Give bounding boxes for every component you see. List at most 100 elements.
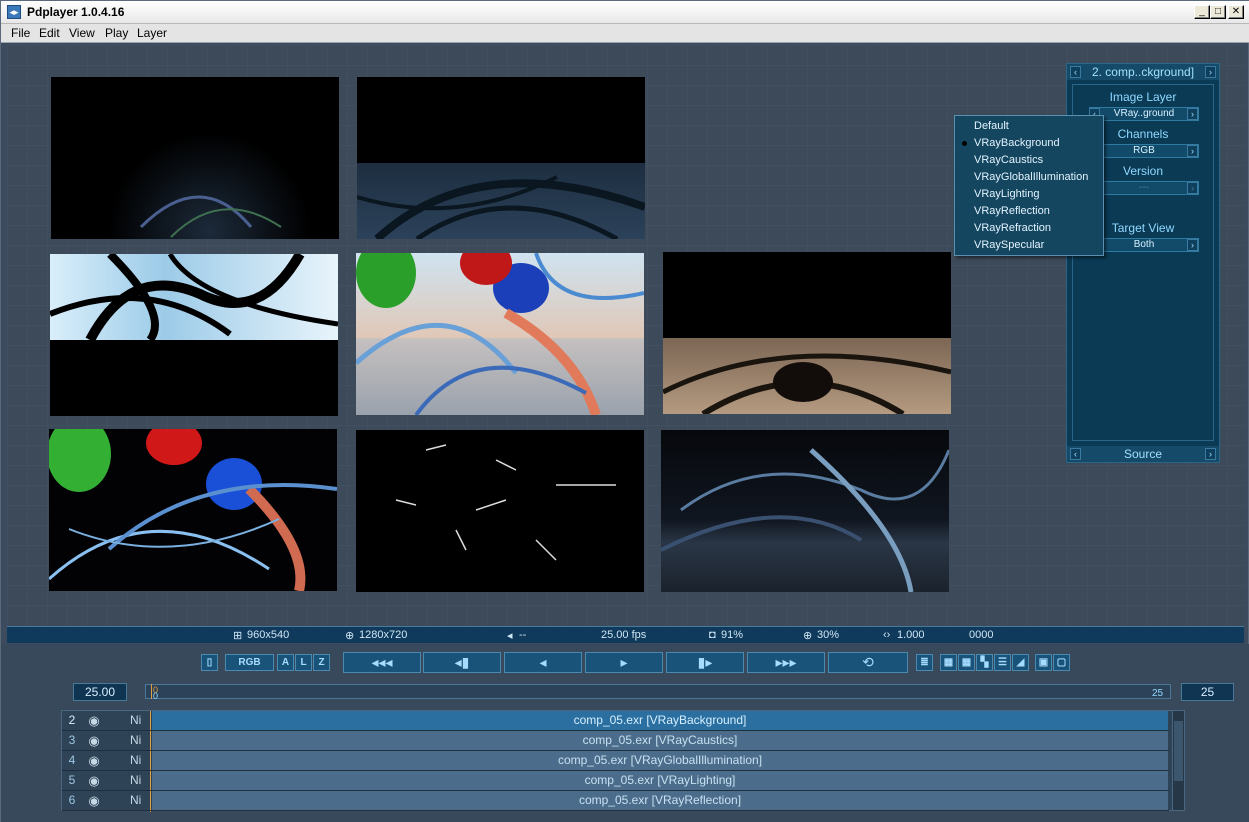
thumb-render <box>661 448 949 592</box>
maximize-button[interactable]: □ <box>1210 5 1226 19</box>
scrollbar-thumb[interactable] <box>1174 721 1183 781</box>
dropdown-option-selected[interactable]: VRayBackground <box>955 135 1103 152</box>
play-forward-button[interactable]: ▸ <box>585 652 663 673</box>
layer-flag[interactable]: Ni <box>130 771 148 790</box>
layer-name[interactable]: comp_05.exr [VRayBackground] <box>152 711 1168 730</box>
step-back-button[interactable]: ◂▮ <box>423 652 501 673</box>
eye-icon[interactable]: ◉ <box>83 734 105 747</box>
lines-icon[interactable]: ☰ <box>994 654 1011 671</box>
layer-flag[interactable]: Ni <box>130 791 148 810</box>
chevron-right-icon[interactable]: › <box>1187 108 1198 120</box>
eye-icon[interactable]: ◉ <box>83 714 105 727</box>
chevron-right-icon[interactable]: › <box>1187 239 1198 251</box>
layer-row[interactable]: 6 ◉ Ni comp_05.exr [VRayReflection] <box>62 791 1169 811</box>
minimize-button[interactable]: _ <box>1194 5 1210 19</box>
layer-thumbnail[interactable] <box>661 430 949 592</box>
image-layer-value: VRay..ground <box>1113 108 1175 119</box>
compare-button[interactable]: ▯ <box>201 654 218 671</box>
split-view-icon[interactable]: ▣ <box>1035 654 1052 671</box>
playhead[interactable] <box>151 684 152 699</box>
audio-value[interactable]: -- <box>519 629 526 641</box>
menu-view[interactable]: View <box>69 26 95 40</box>
target-view-select[interactable]: Both › <box>1089 238 1199 252</box>
dropdown-option[interactable]: VRayRefraction <box>955 220 1103 237</box>
dropdown-option[interactable]: VRayGlobalIllumination <box>955 169 1103 186</box>
dropdown-option[interactable]: VRayReflection <box>955 203 1103 220</box>
layer-thumbnail[interactable] <box>50 254 338 416</box>
fps-value[interactable]: 25.00 fps <box>601 629 646 641</box>
output-resolution-icon: ⊕ <box>345 630 355 642</box>
go-to-start-button[interactable]: ◂◂◂ <box>343 652 421 673</box>
eye-icon[interactable]: ◉ <box>83 754 105 767</box>
close-button[interactable]: ✕ <box>1228 5 1244 19</box>
menu-play[interactable]: Play <box>105 26 128 40</box>
dropdown-option[interactable]: VRayLighting <box>955 186 1103 203</box>
channels-select[interactable]: RGB › <box>1089 144 1199 158</box>
title-bar[interactable]: ◂▸ Pdplayer 1.0.4.16 _ □ ✕ <box>1 1 1249 24</box>
eye-icon[interactable]: ◉ <box>83 794 105 807</box>
list-view-icon[interactable]: ≣ <box>916 654 933 671</box>
channel-rgb-button[interactable]: RGB <box>225 654 274 671</box>
output-resolution[interactable]: 1280x720 <box>359 629 407 641</box>
menu-edit[interactable]: Edit <box>39 26 60 40</box>
opacity-value[interactable]: 91% <box>721 629 743 641</box>
dropdown-option[interactable]: Default <box>955 118 1103 135</box>
zoom-value[interactable]: 30% <box>817 629 839 641</box>
chevron-right-icon[interactable]: › <box>1205 448 1216 460</box>
layer-name[interactable]: comp_05.exr [VRayCaustics] <box>152 731 1168 750</box>
menu-layer[interactable]: Layer <box>137 26 167 40</box>
dropdown-option[interactable]: VRayCaustics <box>955 152 1103 169</box>
chevron-right-icon[interactable]: › <box>1187 145 1198 157</box>
channel-a-button[interactable]: A <box>277 654 294 671</box>
layer-name[interactable]: comp_05.exr [VRayLighting] <box>152 771 1168 790</box>
go-to-end-button[interactable]: ▸▸▸ <box>747 652 825 673</box>
start-frame-field[interactable]: 25.00 <box>73 683 127 701</box>
menu-file[interactable]: File <box>11 26 30 40</box>
end-frame-field[interactable]: 25 <box>1181 683 1234 701</box>
layer-flag[interactable]: Ni <box>130 731 148 750</box>
thumb-render <box>50 254 338 343</box>
layer-number: 5 <box>68 773 76 787</box>
layer-list-scrollbar[interactable] <box>1172 711 1184 810</box>
layer-row[interactable]: 5 ◉ Ni comp_05.exr [VRayLighting] <box>62 771 1169 791</box>
chevron-left-icon[interactable]: ‹ <box>1070 448 1081 460</box>
layer-thumbnail[interactable] <box>357 77 645 239</box>
layer-row[interactable]: 4 ◉ Ni comp_05.exr [VRayGlobalIlluminati… <box>62 751 1169 771</box>
loop-button[interactable]: ⟲ <box>828 652 908 673</box>
gradient-icon[interactable]: ◢ <box>1012 654 1029 671</box>
image-layer-select[interactable]: ‹ VRay..ground › <box>1089 107 1199 121</box>
layer-thumbnail[interactable] <box>49 429 337 591</box>
layer-thumbnail[interactable] <box>356 253 644 415</box>
eye-icon[interactable]: ◉ <box>83 774 105 787</box>
checker-icon[interactable]: ▚ <box>976 654 993 671</box>
frame-counter: 0000 <box>969 629 994 641</box>
thumb-render <box>395 444 616 561</box>
next-layer-button[interactable]: › <box>1205 66 1216 78</box>
layer-thumbnail[interactable] <box>663 252 951 414</box>
selected-bullet-icon <box>962 141 967 146</box>
layer-flag[interactable]: Ni <box>130 711 148 730</box>
gamma-value[interactable]: 1.000 <box>897 629 925 641</box>
grid-view-icon[interactable]: ▦ <box>940 654 957 671</box>
layer-row[interactable]: 2 ◉ Ni comp_05.exr [VRayBackground] <box>62 711 1169 731</box>
prev-layer-button[interactable]: ‹ <box>1070 66 1081 78</box>
fullscreen-icon[interactable]: ▢ <box>1053 654 1070 671</box>
panel-footer: ‹ Source › <box>1067 446 1219 462</box>
layer-thumbnail[interactable] <box>51 77 339 239</box>
channel-z-button[interactable]: Z <box>313 654 330 671</box>
channel-l-button[interactable]: L <box>295 654 312 671</box>
layer-thumbnail[interactable] <box>356 430 644 592</box>
menu-bar: File Edit View Play Layer <box>1 24 1249 43</box>
layer-name[interactable]: comp_05.exr [VRayReflection] <box>152 791 1168 810</box>
gamma-icon: ‹› <box>883 629 891 641</box>
layer-number: 4 <box>68 753 76 767</box>
layer-row[interactable]: 3 ◉ Ni comp_05.exr [VRayCaustics] <box>62 731 1169 751</box>
layer-flag[interactable]: Ni <box>130 751 148 770</box>
layer-name[interactable]: comp_05.exr [VRayGlobalIllumination] <box>152 751 1168 770</box>
source-label[interactable]: Source <box>1124 447 1162 461</box>
step-forward-button[interactable]: ▮▸ <box>666 652 744 673</box>
dropdown-option[interactable]: VRaySpecular <box>955 237 1103 254</box>
play-backward-button[interactable]: ◂ <box>504 652 582 673</box>
grid-fine-icon[interactable]: ▦ <box>958 654 975 671</box>
timeline-slider[interactable]: 0 0 25 <box>145 684 1171 701</box>
